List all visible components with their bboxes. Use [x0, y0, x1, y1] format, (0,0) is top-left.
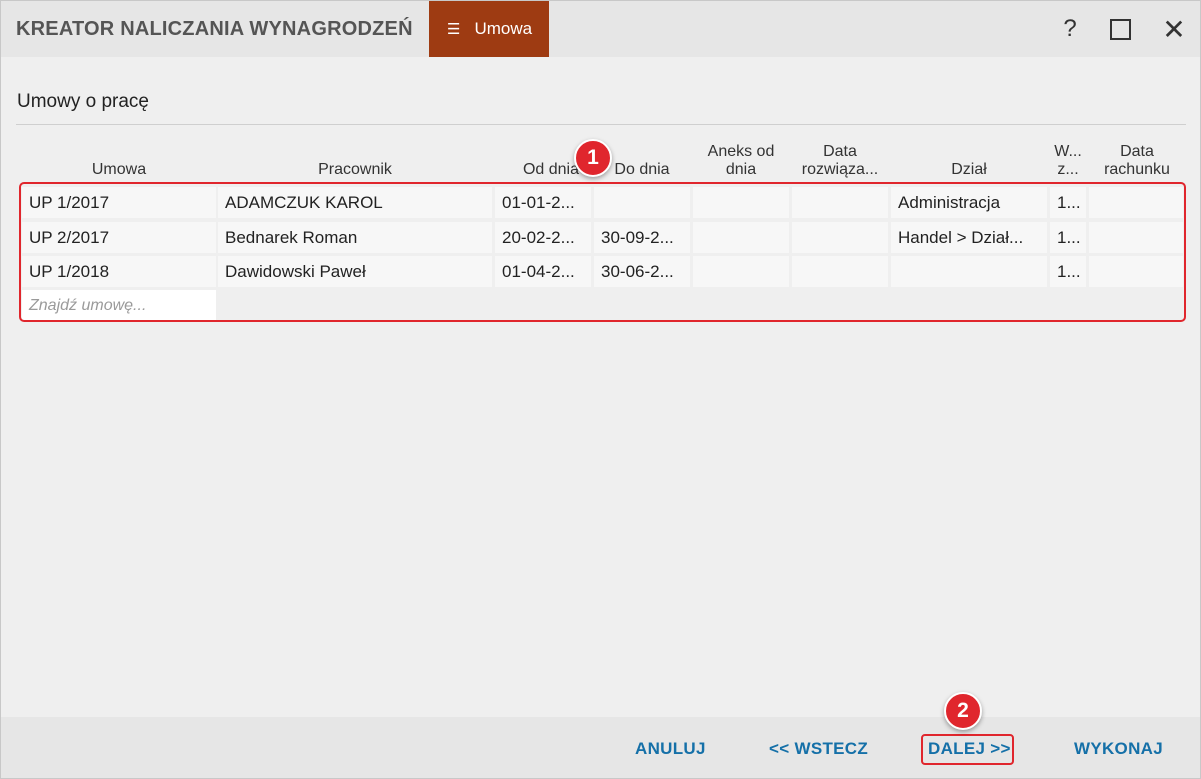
help-icon: ? [1063, 15, 1077, 42]
col-header-w[interactable]: W... z... [1050, 139, 1086, 179]
cancel-button[interactable]: ANULUJ [635, 739, 706, 759]
section-divider [16, 124, 1186, 125]
maximize-button[interactable] [1103, 13, 1137, 45]
col-header-umowa[interactable]: Umowa [22, 139, 216, 179]
window-title: KREATOR NALICZANIA WYNAGRODZEŃ [16, 18, 413, 40]
highlight-next-box [921, 734, 1014, 765]
title-bar: KREATOR NALICZANIA WYNAGRODZEŃ ☰ Umowa ?… [1, 1, 1200, 57]
back-button[interactable]: << WSTECZ [769, 739, 868, 759]
wizard-window: KREATOR NALICZANIA WYNAGRODZEŃ ☰ Umowa ?… [0, 0, 1201, 779]
mode-tab-label: Umowa [474, 19, 533, 38]
annotation-badge-1: 1 [574, 139, 612, 177]
menu-icon: ☰ [447, 21, 461, 38]
footer-bar [1, 717, 1200, 778]
mode-tab-umowa[interactable]: ☰ Umowa [429, 1, 549, 57]
col-header-data-rozwiazania[interactable]: Data rozwiąza... [792, 139, 888, 179]
highlight-grid-box [19, 182, 1186, 322]
help-button[interactable]: ? [1053, 13, 1087, 45]
section-title: Umowy o pracę [17, 91, 149, 112]
col-header-data-rachunku[interactable]: Data rachunku [1089, 139, 1185, 179]
col-header-dzial[interactable]: Dział [891, 139, 1047, 179]
col-header-aneks[interactable]: Aneks od dnia [693, 139, 789, 179]
execute-button[interactable]: WYKONAJ [1074, 739, 1163, 759]
maximize-icon [1109, 18, 1131, 40]
close-button[interactable]: ✕ [1157, 13, 1191, 45]
close-icon: ✕ [1162, 13, 1186, 45]
col-header-pracownik[interactable]: Pracownik [218, 139, 492, 179]
annotation-badge-2: 2 [944, 692, 982, 730]
